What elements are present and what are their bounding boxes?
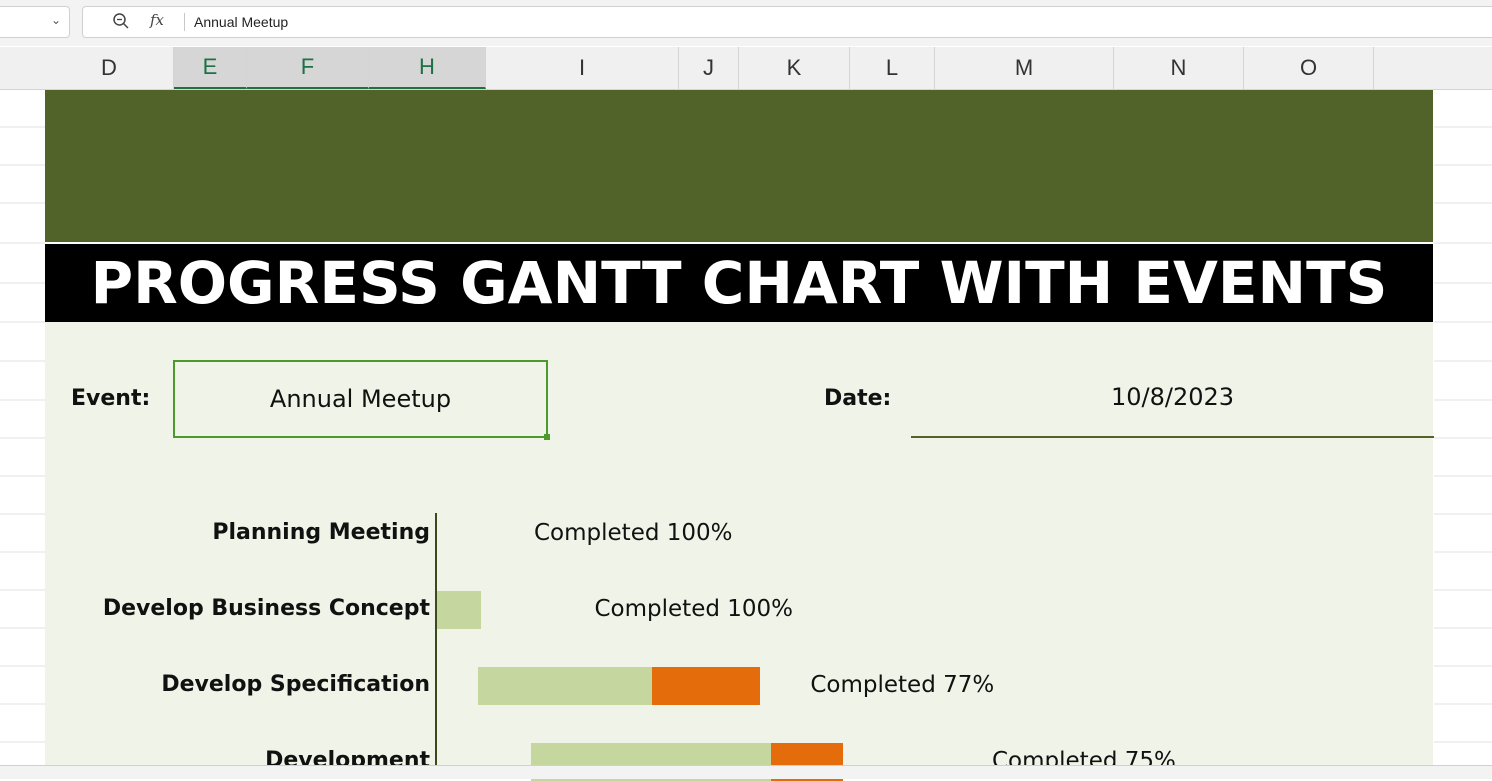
bar-data-label: Completed 100% [594,596,794,622]
fill-handle[interactable] [544,434,550,440]
date-label: Date: [824,386,892,411]
event-label: Event: [71,386,151,411]
row-grid-left [0,126,45,743]
zoom-icon[interactable] [112,12,130,30]
date-cell[interactable]: 10/8/2023 [911,383,1434,419]
column-header-f[interactable]: F [247,47,369,89]
task-label: Planning Meeting [212,520,430,545]
sheet-title: PROGRESS GANTT CHART WITH EVENTS [90,249,1388,317]
column-header-e[interactable]: E [174,47,247,89]
formula-divider [184,13,185,31]
column-header-h[interactable]: H [369,47,486,89]
formula-value[interactable]: Annual Meetup [194,14,288,30]
chevron-down-icon[interactable]: ⌄ [51,13,63,27]
bar-completed[interactable] [477,667,652,705]
column-header-n[interactable]: N [1114,47,1244,89]
title-banner[interactable]: PROGRESS GANTT CHART WITH EVENTS [45,244,1433,322]
column-header-i[interactable]: I [486,47,679,89]
task-label: Develop Business Concept [102,596,430,621]
column-header-k[interactable]: K [739,47,850,89]
sheet-tab-bar[interactable] [0,765,1492,779]
column-header-d[interactable]: D [45,47,174,89]
column-header-l[interactable]: L [850,47,935,89]
row-grid-right [1434,126,1492,743]
column-header-j[interactable]: J [679,47,739,89]
header-banner[interactable] [45,90,1433,242]
event-value: Annual Meetup [269,385,452,413]
name-box[interactable]: ⌄ [0,6,70,38]
column-header-bar: DEFHIJKLMNO [0,47,1492,90]
date-underline [911,436,1434,438]
bar-data-label: Completed 100% [534,520,733,546]
task-label: Develop Specification [161,672,430,697]
column-header-m[interactable]: M [935,47,1114,89]
gantt-axis [435,513,437,765]
bar-completed[interactable] [437,591,481,629]
function-icon[interactable]: fx [150,11,164,29]
date-value: 10/8/2023 [1110,383,1235,411]
formula-input[interactable] [82,6,1492,38]
bar-remaining[interactable] [651,667,761,705]
event-cell[interactable]: Annual Meetup [173,360,548,438]
column-header-o[interactable]: O [1244,47,1374,89]
bar-data-label: Completed 77% [810,672,995,698]
